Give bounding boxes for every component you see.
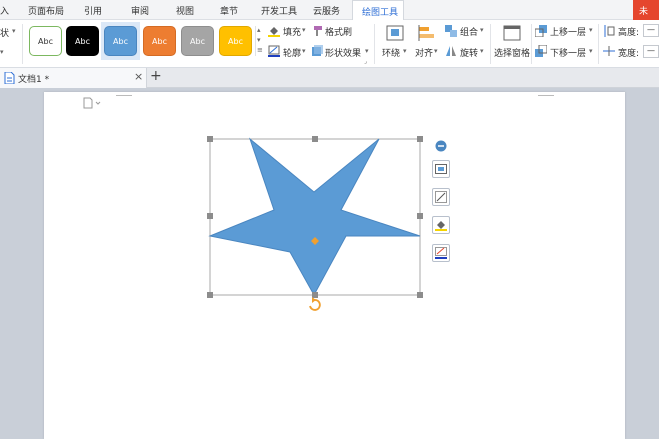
outline-button[interactable]: 轮廓 <box>283 46 301 59</box>
rotate-handle-icon[interactable] <box>309 297 321 311</box>
height-input[interactable]: — <box>643 24 659 37</box>
resize-handle[interactable] <box>207 292 213 298</box>
menu-references[interactable]: 引用 <box>84 4 102 17</box>
menu-page-layout[interactable]: 页面布局 <box>28 4 64 17</box>
chevron-down-icon[interactable]: ▾ <box>0 48 4 56</box>
resize-handle[interactable] <box>312 292 318 298</box>
document-tab[interactable]: 文档1 * × <box>0 68 147 88</box>
outline-icon[interactable] <box>268 45 280 57</box>
menu-cloud[interactable]: 云服务 <box>313 4 340 17</box>
selection-pane-icon[interactable] <box>503 25 521 41</box>
chevron-down-icon[interactable]: ▾ <box>589 47 593 55</box>
wrap-icon[interactable] <box>386 25 404 41</box>
send-backward-button[interactable]: 下移一层 <box>550 46 586 59</box>
rotate-icon[interactable] <box>445 45 457 57</box>
width-label: 宽度: <box>618 49 640 59</box>
more-icon[interactable]: ≡ <box>257 46 263 54</box>
wrap-button[interactable]: 环绕 <box>382 46 400 59</box>
document-tab-title: 文档1 * <box>18 75 50 85</box>
menu-review[interactable]: 审阅 <box>131 4 149 17</box>
fill-bucket-icon <box>435 221 447 231</box>
resize-handle[interactable] <box>417 292 423 298</box>
menu-section[interactable]: 章节 <box>220 4 238 17</box>
chevron-down-icon[interactable]: ▾ <box>12 27 16 35</box>
resize-handle[interactable] <box>207 213 213 219</box>
document-page[interactable] <box>44 92 625 439</box>
close-tab-icon[interactable]: × <box>134 70 143 83</box>
send-backward-icon[interactable] <box>535 45 547 57</box>
shape-style-4[interactable]: Abc <box>143 26 176 56</box>
star-shape[interactable] <box>208 137 421 297</box>
chevron-down-icon[interactable]: ▾ <box>480 26 484 34</box>
shape-style-label: Abc <box>75 36 90 46</box>
collapse-icon[interactable] <box>435 140 447 152</box>
bring-forward-button[interactable]: 上移一层 <box>550 25 586 38</box>
outline-icon <box>435 247 447 259</box>
format-painter-icon[interactable] <box>311 25 323 37</box>
group-icon[interactable] <box>445 25 457 37</box>
menu-bar: 入 页面布局 引用 审阅 视图 章节 开发工具 云服务 绘图工具 未 <box>0 0 659 20</box>
resize-handle[interactable] <box>312 136 318 142</box>
group-button[interactable]: 组合 <box>460 25 478 38</box>
chevron-down-icon[interactable]: ▾ <box>589 26 593 34</box>
shape-style-3[interactable]: Abc <box>104 26 137 56</box>
edit-shape-icon <box>435 191 447 203</box>
shape-effects-button[interactable]: 形状效果 <box>325 46 361 59</box>
menu-drawing-tools-label: 绘图工具 <box>362 8 399 18</box>
float-outline-button[interactable] <box>432 244 450 262</box>
ribbon-toolbar: 状 ▾ ▾ Abc Abc Abc Abc Abc Abc ▴ ▾ ≡ 填充 ▾… <box>0 20 659 68</box>
float-wrap-button[interactable] <box>432 160 450 178</box>
height-icon <box>604 25 615 37</box>
menu-insert[interactable]: 入 <box>0 4 9 17</box>
dialog-launcher-icon[interactable]: ⌟ <box>364 58 367 65</box>
float-edit-shape-button[interactable] <box>432 188 450 206</box>
chevron-down-icon[interactable]: ▾ <box>365 47 369 55</box>
shape-style-label: Abc <box>152 36 167 46</box>
align-button[interactable]: 对齐 <box>415 46 433 59</box>
chevron-down-icon[interactable]: ▾ <box>302 47 306 55</box>
shape-style-label: Abc <box>38 36 53 46</box>
shape-style-5[interactable]: Abc <box>181 26 214 56</box>
width-icon <box>603 46 615 56</box>
resize-handle[interactable] <box>417 213 423 219</box>
align-icon[interactable] <box>418 25 436 41</box>
style-gallery-scroll[interactable]: ▴ ▾ ≡ <box>255 26 263 56</box>
format-painter-button[interactable]: 格式刷 <box>325 25 352 38</box>
menu-view[interactable]: 视图 <box>176 4 194 17</box>
chevron-down-icon[interactable]: ▾ <box>434 47 438 55</box>
fill-button[interactable]: 填充 <box>283 25 301 38</box>
document-icon <box>4 72 15 84</box>
rotate-button[interactable]: 旋转 <box>460 46 478 59</box>
float-fill-button[interactable] <box>432 216 450 234</box>
shape-style-2[interactable]: Abc <box>66 26 99 56</box>
width-input[interactable]: — <box>643 45 659 58</box>
chevron-up-icon[interactable]: ▴ <box>257 26 261 34</box>
ribbon-left-fragment[interactable]: 状 <box>0 26 9 39</box>
shape-style-1[interactable]: Abc <box>29 26 62 56</box>
selection-pane-button[interactable]: 选择窗格 <box>494 46 530 59</box>
chevron-down-icon[interactable]: ▾ <box>257 36 261 44</box>
new-tab-icon[interactable]: + <box>150 68 162 84</box>
document-tab-strip: 文档1 * × + <box>0 68 659 88</box>
shape-effects-icon[interactable] <box>311 45 323 57</box>
height-label: 高度: <box>618 28 640 38</box>
menu-drawing-tools[interactable]: 绘图工具 <box>352 0 404 20</box>
shape-style-label: Abc <box>228 36 243 46</box>
shape-style-6[interactable]: Abc <box>219 26 252 56</box>
resize-handle[interactable] <box>417 136 423 142</box>
resize-handle[interactable] <box>207 136 213 142</box>
chevron-down-icon[interactable]: ▾ <box>403 47 407 55</box>
canvas-layer <box>207 136 423 311</box>
shape-style-label: Abc <box>113 36 128 46</box>
wrap-icon <box>435 164 447 174</box>
chevron-down-icon[interactable]: ▾ <box>302 26 306 34</box>
shape-style-label: Abc <box>190 36 205 46</box>
menu-developer[interactable]: 开发工具 <box>261 4 297 17</box>
chevron-down-icon[interactable]: ▾ <box>480 47 484 55</box>
login-button[interactable]: 未 <box>633 0 659 20</box>
bring-forward-icon[interactable] <box>535 25 547 37</box>
fill-bucket-icon[interactable] <box>268 25 280 37</box>
